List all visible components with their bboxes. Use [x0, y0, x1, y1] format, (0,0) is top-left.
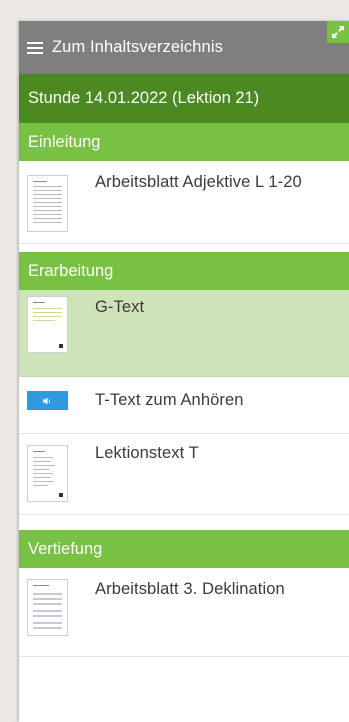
- expand-arrows-icon: [332, 26, 344, 38]
- expand-button[interactable]: [327, 21, 349, 43]
- item-label: Lektionstext T: [95, 444, 199, 462]
- audio-play-button[interactable]: [27, 391, 68, 410]
- worksheet-thumbnail-icon: [27, 579, 68, 636]
- item-label: T-Text zum Anhören: [95, 391, 244, 409]
- document-thumbnail-icon: [27, 296, 68, 353]
- item-arbeitsblatt-adjektive[interactable]: Arbeitsblatt Adjektive L 1-20: [19, 161, 349, 244]
- section-title: Erarbeitung: [28, 261, 114, 280]
- toc-link[interactable]: Zum Inhaltsverzeichnis: [52, 38, 223, 57]
- section-title: Einleitung: [28, 132, 101, 151]
- section-header-einleitung[interactable]: Einleitung: [19, 123, 349, 161]
- lesson-title-bar[interactable]: Stunde 14.01.2022 (Lektion 21): [19, 74, 349, 123]
- item-label: Arbeitsblatt Adjektive L 1-20: [95, 173, 302, 191]
- toc-bar[interactable]: Zum Inhaltsverzeichnis: [19, 21, 349, 74]
- section-header-vertiefung[interactable]: Vertiefung: [19, 530, 349, 568]
- section-spacer: [19, 244, 349, 252]
- section-title: Vertiefung: [28, 539, 103, 558]
- hamburger-menu-icon[interactable]: [27, 41, 43, 54]
- section-header-erarbeitung[interactable]: Erarbeitung: [19, 252, 349, 290]
- item-label: Arbeitsblatt 3. Deklination: [95, 580, 285, 598]
- section-spacer: [19, 515, 349, 530]
- lesson-title: Stunde 14.01.2022 (Lektion 21): [28, 89, 260, 107]
- worksheet-thumbnail-icon: [27, 175, 68, 232]
- document-thumbnail-icon: [27, 445, 68, 502]
- item-arbeitsblatt-deklination[interactable]: Arbeitsblatt 3. Deklination: [19, 568, 349, 657]
- lesson-navigation-panel: Zum Inhaltsverzeichnis Stunde 14.01.2022…: [19, 21, 349, 722]
- item-t-text-anhoeren[interactable]: T-Text zum Anhören: [19, 377, 349, 434]
- audio-speaker-icon: [42, 397, 50, 404]
- item-label: G-Text: [95, 298, 145, 316]
- item-g-text[interactable]: G-Text: [19, 290, 349, 377]
- item-lektionstext-t[interactable]: Lektionstext T: [19, 434, 349, 515]
